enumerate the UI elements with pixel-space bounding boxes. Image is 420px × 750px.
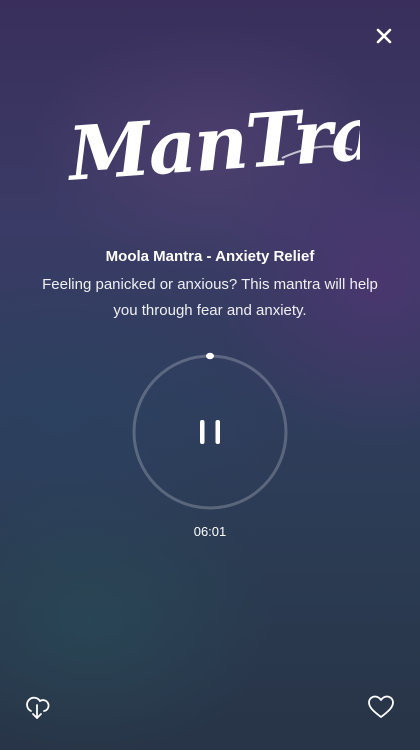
elapsed-time: 06:01 xyxy=(193,524,227,539)
progress-knob[interactable] xyxy=(206,352,214,360)
mantras-logo: ManTras xyxy=(63,88,360,198)
download-button[interactable] xyxy=(22,692,52,722)
close-button[interactable] xyxy=(372,24,396,48)
download-icon xyxy=(26,696,50,719)
progress-ring[interactable] xyxy=(130,352,290,512)
pause-button[interactable] xyxy=(186,408,234,456)
track-title: Moola Mantra - Anxiety Relief xyxy=(105,248,315,265)
favorite-button[interactable] xyxy=(366,692,396,722)
track-description: Feeling panicked or anxious? This mantra… xyxy=(42,276,378,319)
player-screen: ManTras Moola Mantra - Anxiety Relief Fe… xyxy=(0,0,420,750)
pause-icon xyxy=(200,420,220,444)
heart-icon xyxy=(368,695,394,718)
close-icon xyxy=(376,28,392,44)
logo-text: ManTras xyxy=(63,88,360,198)
